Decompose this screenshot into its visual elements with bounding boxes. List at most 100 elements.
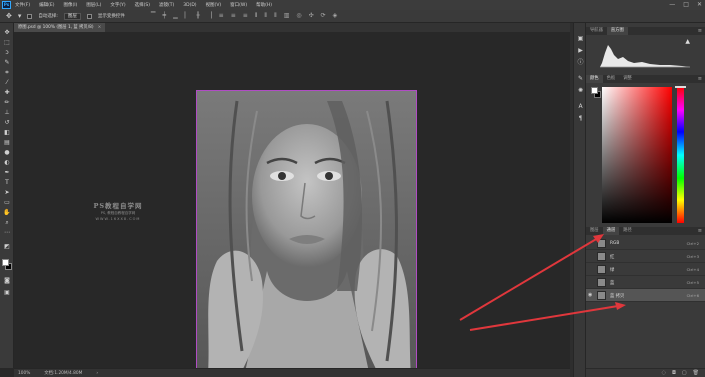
- channel-row-selected[interactable]: ◉ 蓝 拷贝 Ctrl+6: [586, 289, 705, 302]
- 3d-mode-icon[interactable]: ◎: [296, 12, 301, 20]
- marquee-icon[interactable]: ⬚: [3, 39, 11, 46]
- menu-select[interactable]: 选择(S): [135, 2, 150, 8]
- hand-icon[interactable]: ✋: [3, 209, 11, 216]
- distribute-left-icon[interactable]: ⦀: [255, 12, 258, 20]
- menu-filter[interactable]: 滤镜(T): [159, 2, 174, 8]
- new-channel-icon[interactable]: ▢: [682, 369, 687, 377]
- menu-type[interactable]: 文字(Y): [110, 2, 125, 8]
- eye-icon[interactable]: ◉: [588, 292, 594, 298]
- tab-swatches[interactable]: 色板: [603, 75, 620, 83]
- menu-edit[interactable]: 编辑(E): [39, 2, 54, 8]
- brush-icon[interactable]: ✏: [3, 99, 11, 106]
- align-bottom-icon[interactable]: ▁: [173, 12, 178, 20]
- menu-file[interactable]: 文件(F): [15, 2, 30, 8]
- cache-warning-icon[interactable]: ▲: [685, 38, 690, 45]
- auto-select-dropdown[interactable]: 图层: [63, 12, 81, 20]
- panel-menu-icon[interactable]: ≡: [698, 27, 702, 35]
- color-picker-field[interactable]: [602, 87, 672, 223]
- tool-preset-dropdown-icon[interactable]: ▾: [18, 12, 22, 20]
- blur-icon[interactable]: ●: [3, 149, 11, 156]
- align-right-icon[interactable]: ▕: [207, 12, 212, 20]
- zoom-icon[interactable]: ⌕: [3, 219, 11, 226]
- eyedropper-icon[interactable]: ⁄: [3, 79, 11, 86]
- menu-3d[interactable]: 3D(D): [183, 3, 196, 8]
- minimize-button[interactable]: —: [669, 1, 675, 8]
- status-arrow-icon[interactable]: ›: [96, 371, 98, 376]
- brushes-icon[interactable]: ✺: [577, 87, 584, 94]
- shape-icon[interactable]: ▭: [3, 199, 11, 206]
- distribute-bottom-icon[interactable]: ≡: [243, 12, 248, 20]
- auto-select-checkbox[interactable]: [27, 13, 33, 19]
- close-button[interactable]: ✕: [697, 1, 702, 8]
- align-hcenter-icon[interactable]: ╫: [196, 12, 200, 20]
- align-vcenter-icon[interactable]: ╪: [163, 12, 167, 20]
- path-select-icon[interactable]: ➤: [3, 189, 11, 196]
- show-transform-checkbox[interactable]: [86, 13, 92, 19]
- dodge-icon[interactable]: ◐: [3, 159, 11, 166]
- actions-icon[interactable]: ▶: [577, 47, 584, 54]
- channel-row[interactable]: RGB Ctrl+2: [586, 237, 705, 250]
- edit-toolbar-icon[interactable]: ⋯: [3, 229, 11, 236]
- document-image[interactable]: [196, 90, 417, 377]
- type-icon[interactable]: T: [3, 179, 11, 186]
- lasso-icon[interactable]: ↄ: [3, 49, 11, 56]
- menu-help[interactable]: 帮助(H): [256, 2, 272, 8]
- move-tool-icon[interactable]: ✥: [6, 12, 12, 20]
- clone-stamp-icon[interactable]: ⊥: [3, 109, 11, 116]
- default-colors-icon[interactable]: ◩: [3, 243, 11, 250]
- tab-layers[interactable]: 图层: [586, 227, 603, 235]
- auto-align-icon[interactable]: ▥: [284, 12, 290, 20]
- channel-row[interactable]: 绿 Ctrl+4: [586, 263, 705, 276]
- close-tab-icon[interactable]: ×: [98, 25, 102, 30]
- menu-image[interactable]: 图像(I): [63, 2, 77, 8]
- tab-channels[interactable]: 通道: [602, 227, 620, 235]
- tab-histogram[interactable]: 直方图: [606, 27, 628, 35]
- quick-mask-icon[interactable]: ◙: [3, 277, 11, 284]
- character-icon[interactable]: A: [577, 103, 584, 110]
- pen-icon[interactable]: ✒: [3, 169, 11, 176]
- document-tab[interactable]: 原图.psd @ 100% (图层 1, 蓝 拷贝/8) ×: [14, 23, 106, 32]
- delete-channel-icon[interactable]: 🗑: [693, 369, 699, 377]
- distribute-hcenter-icon[interactable]: ⦀: [264, 12, 267, 20]
- brush-settings-icon[interactable]: ✎: [577, 75, 584, 82]
- channel-row[interactable]: 红 Ctrl+3: [586, 250, 705, 263]
- panel-menu-icon[interactable]: ≡: [698, 75, 702, 83]
- 3d-slide-icon[interactable]: ◈: [333, 12, 338, 20]
- crop-icon[interactable]: ⌗: [3, 69, 11, 76]
- 3d-rotate-icon[interactable]: ✣: [309, 12, 314, 20]
- tab-adjustments[interactable]: 调整: [619, 75, 636, 83]
- channel-row[interactable]: 蓝 Ctrl+5: [586, 276, 705, 289]
- zoom-level[interactable]: 100%: [18, 371, 30, 376]
- info-icon[interactable]: ⓘ: [577, 59, 584, 66]
- foreground-color-swatch[interactable]: [2, 259, 9, 266]
- menu-view[interactable]: 视图(V): [206, 2, 222, 8]
- maximize-button[interactable]: □: [683, 1, 689, 8]
- align-left-icon[interactable]: ▏: [185, 12, 190, 20]
- panel-menu-icon[interactable]: ≡: [698, 227, 702, 235]
- load-selection-icon[interactable]: ◌: [662, 369, 666, 377]
- menu-layer[interactable]: 图层(L): [86, 2, 101, 8]
- move-icon[interactable]: ✥: [3, 29, 11, 36]
- canvas-area[interactable]: PS教程自学网 PS, 教程自教程自学网 WWW.16XX8.COM: [14, 32, 570, 377]
- history-brush-icon[interactable]: ↺: [3, 119, 11, 126]
- tab-navigator[interactable]: 导航器: [586, 27, 607, 35]
- quick-select-icon[interactable]: ✎: [3, 59, 11, 66]
- hue-slider[interactable]: [677, 87, 684, 223]
- 3d-pan-icon[interactable]: ⟳: [321, 12, 326, 20]
- hue-slider-handle[interactable]: [675, 86, 686, 88]
- gradient-icon[interactable]: ▤: [3, 139, 11, 146]
- paragraph-icon[interactable]: ¶: [577, 115, 584, 122]
- distribute-top-icon[interactable]: ≡: [219, 12, 224, 20]
- healing-brush-icon[interactable]: ✚: [3, 89, 11, 96]
- eraser-icon[interactable]: ◧: [3, 129, 11, 136]
- distribute-right-icon[interactable]: ⦀: [274, 12, 277, 20]
- screen-mode-icon[interactable]: ▣: [3, 289, 11, 296]
- tab-color[interactable]: 颜色: [586, 75, 603, 83]
- align-top-icon[interactable]: ▔: [151, 12, 156, 20]
- distribute-vcenter-icon[interactable]: ≡: [231, 12, 236, 20]
- tab-paths[interactable]: 路径: [619, 227, 636, 235]
- history-icon[interactable]: ▣: [577, 35, 584, 42]
- panel-foreground-swatch[interactable]: [591, 87, 598, 94]
- save-selection-icon[interactable]: ◘: [672, 369, 676, 377]
- menu-window[interactable]: 窗口(W): [230, 2, 247, 8]
